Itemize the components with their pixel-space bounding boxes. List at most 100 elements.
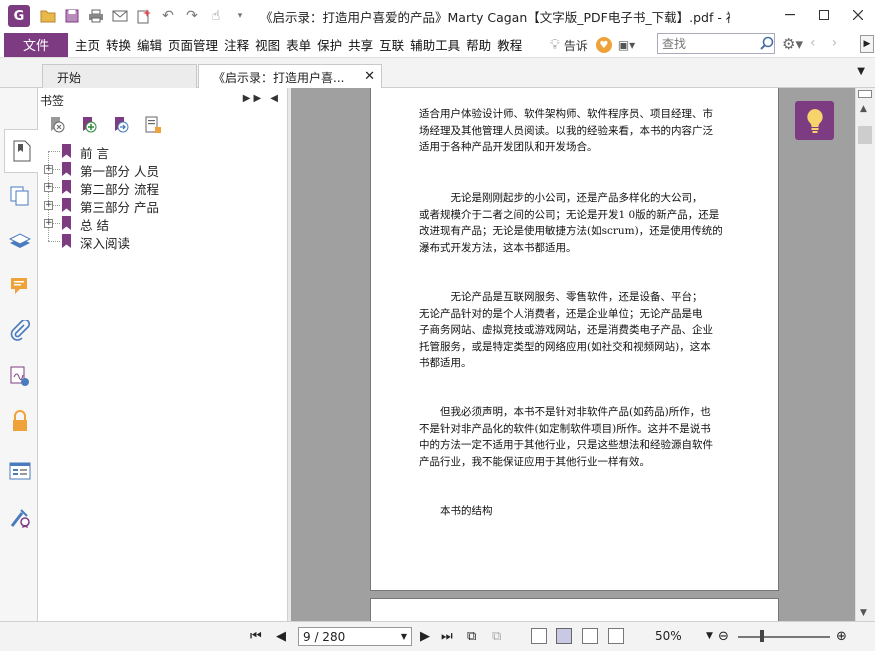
bookmark-item[interactable]: + 第一部分 人员 (38, 160, 287, 179)
print-icon[interactable] (87, 7, 105, 25)
add-bookmark-icon[interactable] (80, 116, 98, 134)
close-button[interactable] (841, 0, 875, 30)
menu-item-edit[interactable]: 编辑 (134, 35, 165, 54)
attachments-icon[interactable] (8, 319, 32, 343)
bookmark-panel-icon[interactable] (4, 129, 38, 173)
close-tab-icon[interactable]: ✕ (364, 69, 375, 84)
open-folder-icon[interactable] (39, 7, 57, 25)
menu-item-help[interactable]: 帮助 (463, 35, 494, 54)
delete-bookmark-icon[interactable] (48, 116, 66, 134)
idea-button[interactable] (795, 101, 834, 140)
next-view-icon[interactable]: ⧉ (492, 629, 501, 644)
page-number-value: 9 / 280 (303, 629, 346, 644)
previous-view-icon[interactable]: ⧉ (467, 629, 476, 644)
page-number-input[interactable]: 9 / 280 ▼ (298, 627, 412, 646)
expand-toggle-icon[interactable]: + (44, 182, 53, 192)
bookmark-item[interactable]: + 第三部分 产品 (38, 196, 287, 215)
menu-item-share[interactable]: 共享 (345, 35, 376, 54)
form-fields-icon[interactable] (8, 459, 32, 483)
menu-item-view[interactable]: 视图 (252, 35, 283, 54)
zoom-level[interactable]: 50% (655, 629, 682, 643)
menu-right-tools: 💡︎ 告诉 ♥ ▣▾ (550, 32, 635, 58)
certificate-tools-icon[interactable] (8, 506, 32, 530)
search-icon[interactable] (760, 36, 774, 50)
email-icon[interactable] (111, 7, 129, 25)
expand-toggle-icon[interactable]: + (44, 218, 53, 228)
text-line: 子商务网站、虚拟竞技或游戏网站，还是消费类电子产品、企业 (419, 324, 713, 336)
tab-document[interactable]: 《启示录：打造用户喜... ✕ (198, 64, 382, 89)
first-page-icon[interactable]: ⏮ (250, 629, 262, 644)
heart-icon[interactable]: ♥ (595, 37, 612, 53)
bookmarks-title: 书签 (40, 93, 65, 108)
page-thumbnails-icon[interactable] (8, 184, 32, 208)
search-input[interactable] (657, 33, 775, 54)
bookmark-item[interactable]: + 第二部分 流程 (38, 178, 287, 197)
menu-item-accessibility[interactable]: 辅助工具 (407, 35, 463, 54)
bookmarks-panel: 书签 ▶▶ ◀ 前 言 + 第一部分 人员 + 第二部分 流程 + 第三部分 产… (38, 88, 288, 621)
last-page-icon[interactable]: ⏭ (441, 629, 453, 644)
quick-access-dropdown-icon[interactable]: ▾ (231, 7, 249, 25)
chevron-down-icon[interactable]: ▼ (401, 632, 407, 641)
menu-item-convert[interactable]: 转换 (103, 35, 134, 54)
tab-list-dropdown-icon[interactable]: ▼ (857, 66, 865, 77)
scroll-down-icon[interactable]: ▼ (860, 608, 867, 618)
paragraph: 无论是刚刚起步的小公司，还是产品多样化的大公司， 或者规模介于二者之间的公司；无… (419, 190, 731, 256)
go-to-bookmark-icon[interactable] (112, 116, 130, 134)
menu-item-page-management[interactable]: 页面管理 (165, 35, 221, 54)
menu-item-form[interactable]: 表单 (283, 35, 314, 54)
gear-icon[interactable]: ⚙▾ (782, 35, 803, 53)
lightbulb-icon[interactable]: 💡︎ (550, 37, 560, 53)
user-icon[interactable]: ▣▾ (618, 38, 635, 52)
bookmark-item[interactable]: 前 言 (38, 142, 287, 161)
minimize-button[interactable] (773, 0, 807, 30)
layers-icon[interactable] (8, 229, 32, 253)
restore-button[interactable] (807, 0, 841, 30)
back-arrow-icon[interactable]: ‹ (810, 35, 816, 51)
undo-icon[interactable]: ↶ (159, 7, 177, 25)
single-page-view-icon[interactable] (531, 628, 547, 644)
document-view[interactable]: 适合用户体验设计师、软件架构师、软件程序员、项目经理、市 场经理及其他管理人员阅… (291, 88, 855, 621)
menu-item-tutorial[interactable]: 教程 (494, 35, 525, 54)
hand-tool-icon[interactable]: ☝ (207, 7, 225, 25)
zoom-out-icon[interactable]: ⊖ (718, 629, 729, 644)
bookmark-options-icon[interactable] (144, 116, 162, 134)
save-icon[interactable] (63, 7, 81, 25)
continuous-facing-view-icon[interactable] (608, 628, 624, 644)
previous-page-icon[interactable]: ◀ (276, 629, 286, 644)
text-line: 但我必须声明，本书不是针对非软件产品(如药品)所作，也 (419, 406, 711, 418)
bookmark-item[interactable]: + 总 结 (38, 214, 287, 233)
more-menu-button[interactable]: ▶ (860, 35, 874, 53)
expand-toggle-icon[interactable]: + (44, 200, 53, 210)
navigation-rail (0, 88, 38, 621)
scroll-up-icon[interactable]: ▲ (860, 104, 867, 114)
panel-collapse-controls[interactable]: ▶▶ ◀ (243, 93, 281, 104)
redo-icon[interactable]: ↷ (183, 7, 201, 25)
zoom-slider-track[interactable] (738, 636, 830, 638)
text-line: 适用于各种产品开发团队和开发场合。 (419, 141, 598, 153)
facing-view-icon[interactable] (582, 628, 598, 644)
comments-icon[interactable] (8, 274, 32, 298)
zoom-slider-thumb[interactable] (760, 630, 764, 642)
menu-item-protect[interactable]: 保护 (314, 35, 345, 54)
menu-item-comment[interactable]: 注释 (221, 35, 252, 54)
security-lock-icon[interactable] (8, 409, 32, 433)
continuous-view-icon[interactable] (556, 628, 572, 644)
signature-icon[interactable] (8, 364, 32, 388)
zoom-in-icon[interactable]: ⊕ (836, 629, 847, 644)
expand-toggle-icon[interactable]: + (44, 164, 53, 174)
split-view-handle[interactable] (858, 90, 872, 98)
next-page-icon[interactable]: ▶ (420, 629, 430, 644)
menu-item-connect[interactable]: 互联 (376, 35, 407, 54)
tell-me-label[interactable]: 告诉 (564, 37, 588, 54)
file-menu-button[interactable]: 文件 (4, 32, 68, 57)
vertical-scrollbar[interactable]: ▲ ▼ (855, 88, 875, 621)
menu-item-home[interactable]: 主页 (72, 35, 103, 54)
forward-arrow-icon[interactable]: › (832, 35, 838, 51)
new-document-icon[interactable] (135, 7, 153, 25)
bookmark-item[interactable]: 深入阅读 (38, 232, 287, 251)
text-line: 中的方法一定不适用于其他行业，只是这些想法和经验源自软件 (419, 439, 713, 451)
zoom-dropdown-icon[interactable]: ▼ (706, 631, 713, 641)
bookmark-tree: 前 言 + 第一部分 人员 + 第二部分 流程 + 第三部分 产品 + 总 结 … (38, 142, 287, 251)
scroll-thumb[interactable] (858, 126, 872, 144)
tab-start[interactable]: 开始 (42, 64, 197, 88)
